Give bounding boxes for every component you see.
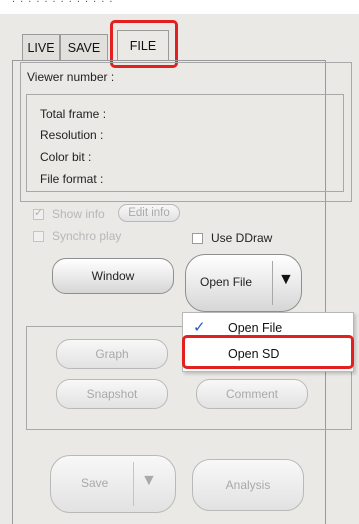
tab-save[interactable]: SAVE	[60, 34, 108, 60]
comment-label: Comment	[225, 387, 278, 401]
analysis-button[interactable]: Analysis	[192, 459, 304, 511]
cropped-text-fragment: . . . . . . . . . . . . .	[12, 0, 113, 5]
edit-info-button[interactable]: Edit info	[118, 204, 180, 222]
graph-button[interactable]: Graph	[56, 339, 168, 369]
resolution-label: Resolution :	[40, 128, 104, 142]
analysis-label: Analysis	[225, 478, 271, 492]
snapshot-label: Snapshot	[86, 387, 138, 401]
window-button[interactable]: Window	[52, 258, 174, 294]
tab-save-label: SAVE	[67, 41, 101, 55]
save-label: Save	[81, 476, 109, 490]
open-file-label: Open File	[200, 275, 253, 289]
save-button[interactable]: Save ▼	[50, 455, 176, 513]
edit-info-label: Edit info	[128, 207, 170, 219]
tab-live[interactable]: LIVE	[22, 34, 60, 60]
snapshot-button[interactable]: Snapshot	[56, 379, 168, 409]
synchro-play-label: Synchro play	[52, 229, 122, 243]
use-ddraw-label: Use DDraw	[211, 231, 273, 245]
window-label: Window	[91, 269, 135, 283]
total-frame-label: Total frame :	[40, 107, 107, 121]
open-sd-highlight	[182, 335, 354, 369]
check-icon: ✓	[34, 207, 44, 219]
viewer-number-label: Viewer number :	[27, 70, 115, 84]
synchro-play-checkbox[interactable]	[33, 231, 44, 242]
dropdown-arrow-icon[interactable]: ▼	[278, 271, 294, 289]
graph-label: Graph	[95, 347, 129, 361]
save-dropdown-arrow-icon[interactable]: ▼	[141, 472, 157, 490]
comment-button[interactable]: Comment	[196, 379, 308, 409]
use-ddraw-checkbox[interactable]	[192, 233, 203, 244]
show-info-checkbox[interactable]: ✓	[33, 207, 44, 220]
top-cropped-strip: . . . . . . . . . . . . .	[0, 0, 359, 14]
save-split-divider	[133, 462, 134, 506]
open-file-button[interactable]: Open File ▼	[185, 254, 302, 312]
tab-live-label: LIVE	[27, 41, 55, 55]
color-bit-label: Color bit :	[40, 150, 92, 164]
split-divider	[272, 261, 273, 305]
file-format-label: File format :	[40, 172, 104, 186]
show-info-label: Show info	[52, 207, 105, 221]
